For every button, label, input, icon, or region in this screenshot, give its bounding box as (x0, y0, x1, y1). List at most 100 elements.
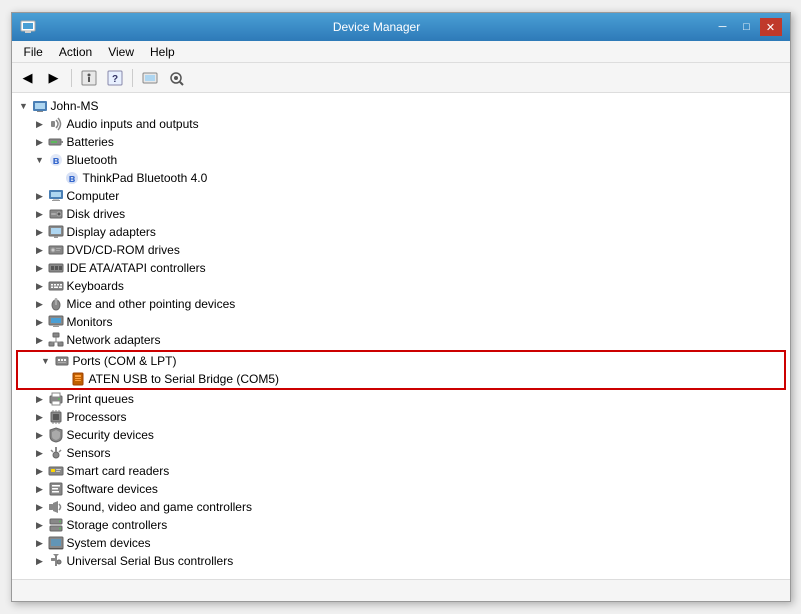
minimize-button[interactable]: ─ (712, 18, 734, 36)
ide-expand-icon: ▶ (32, 260, 48, 276)
security-label: Security devices (67, 428, 154, 442)
tree-item-network[interactable]: ▶ Network adapters (12, 331, 790, 349)
close-button[interactable]: ✕ (760, 18, 782, 36)
menu-view[interactable]: View (100, 43, 142, 61)
ide-icon (48, 260, 64, 276)
tree-item-display[interactable]: ▶ Display adapters (12, 223, 790, 241)
audio-label: Audio inputs and outputs (67, 117, 199, 131)
tree-item-smartcard[interactable]: ▶ Smart card readers (12, 462, 790, 480)
back-button[interactable]: ◀ (16, 67, 40, 89)
tree-item-processors[interactable]: ▶ Processors (12, 408, 790, 426)
forward-button[interactable]: ▶ (42, 67, 66, 89)
storage-expand-icon: ▶ (32, 517, 48, 533)
security-expand-icon: ▶ (32, 427, 48, 443)
status-bar (12, 579, 790, 601)
sensors-icon (48, 445, 64, 461)
batteries-expand-icon: ▶ (32, 134, 48, 150)
tree-item-sensors[interactable]: ▶ Sensors (12, 444, 790, 462)
computer-icon (48, 188, 64, 204)
maximize-button[interactable]: □ (736, 18, 758, 36)
properties-button[interactable] (77, 67, 101, 89)
menu-file[interactable]: File (16, 43, 51, 61)
aten-usb-icon (70, 371, 86, 387)
usb-icon (48, 553, 64, 569)
keyboards-expand-icon: ▶ (32, 278, 48, 294)
dvd-expand-icon: ▶ (32, 242, 48, 258)
tree-item-software[interactable]: ▶ Software devices (12, 480, 790, 498)
bluetooth-expand-icon: ▼ (32, 152, 48, 168)
print-expand-icon: ▶ (32, 391, 48, 407)
storage-icon (48, 517, 64, 533)
ports-label: Ports (COM & LPT) (73, 354, 177, 368)
svg-text:?: ? (111, 74, 117, 85)
ports-expand-icon: ▼ (38, 353, 54, 369)
device-tree[interactable]: ▼ John-MS ▶ (12, 93, 790, 579)
usb-expand-icon: ▶ (32, 553, 48, 569)
svg-text:ʙ: ʙ (68, 173, 75, 185)
mice-icon (48, 296, 64, 312)
smartcard-icon (48, 463, 64, 479)
mice-label: Mice and other pointing devices (67, 297, 236, 311)
highlighted-group: ▼ Ports (COM & LPT) (16, 350, 786, 390)
tree-item-computer[interactable]: ▶ Computer (12, 187, 790, 205)
smartcard-expand-icon: ▶ (32, 463, 48, 479)
tree-item-system[interactable]: ▶ System devices (12, 534, 790, 552)
bluetooth-label: Bluetooth (67, 153, 118, 167)
tree-item-disk[interactable]: ▶ Disk drives (12, 205, 790, 223)
system-expand-icon: ▶ (32, 535, 48, 551)
audio-icon (48, 116, 64, 132)
tree-item-storage[interactable]: ▶ Storage controllers (12, 516, 790, 534)
tree-item-aten-usb[interactable]: ▶ ATEN USB to Serial Bridge (COM5) (18, 370, 784, 388)
sound-icon (48, 499, 64, 515)
computer-label: Computer (67, 189, 120, 203)
processors-expand-icon: ▶ (32, 409, 48, 425)
network-expand-icon: ▶ (32, 332, 48, 348)
window-controls: ─ □ ✕ (712, 18, 782, 36)
help-button[interactable]: ? (103, 67, 127, 89)
storage-label: Storage controllers (67, 518, 168, 532)
tree-item-sound[interactable]: ▶ Sound, video and game controllers (12, 498, 790, 516)
system-label: System devices (67, 536, 151, 550)
audio-expand-icon: ▶ (32, 116, 48, 132)
print-icon (48, 391, 64, 407)
display-icon (48, 224, 64, 240)
security-icon (48, 427, 64, 443)
tree-item-keyboards[interactable]: ▶ Keyboards (12, 277, 790, 295)
root-expand-icon: ▼ (16, 98, 32, 114)
menu-action[interactable]: Action (51, 43, 100, 61)
tree-item-mice[interactable]: ▶ Mice and other pointing devices (12, 295, 790, 313)
thinkpad-bt-label: ThinkPad Bluetooth 4.0 (83, 171, 208, 185)
tree-item-thinkpad-bt[interactable]: ▶ ʙ ThinkPad Bluetooth 4.0 (12, 169, 790, 187)
tree-item-print[interactable]: ▶ Print queues (12, 390, 790, 408)
toolbar: ◀ ▶ ? (12, 63, 790, 93)
keyboards-icon (48, 278, 64, 294)
tree-item-ports[interactable]: ▼ Ports (COM & LPT) (18, 352, 784, 370)
update-driver-button[interactable] (138, 67, 162, 89)
dvd-label: DVD/CD-ROM drives (67, 243, 180, 257)
tree-item-batteries[interactable]: ▶ Batteries (12, 133, 790, 151)
system-icon (48, 535, 64, 551)
tree-item-bluetooth[interactable]: ▼ ʙ Bluetooth (12, 151, 790, 169)
tree-item-ide[interactable]: ▶ IDE ATA/ATAPI controllers (12, 259, 790, 277)
thinkpad-bt-icon: ʙ (64, 170, 80, 186)
aten-usb-label: ATEN USB to Serial Bridge (COM5) (89, 372, 280, 386)
usb-label: Universal Serial Bus controllers (67, 554, 234, 568)
tree-item-audio[interactable]: ▶ Audio inputs and outputs (12, 115, 790, 133)
tree-root[interactable]: ▼ John-MS (12, 97, 790, 115)
monitors-label: Monitors (67, 315, 113, 329)
menu-help[interactable]: Help (142, 43, 183, 61)
dvd-icon (48, 242, 64, 258)
monitors-icon (48, 314, 64, 330)
tree-item-usb[interactable]: ▶ Universal Serial Bus controllers (12, 552, 790, 570)
batteries-icon (48, 134, 64, 150)
monitors-expand-icon: ▶ (32, 314, 48, 330)
display-expand-icon: ▶ (32, 224, 48, 240)
tree-item-monitors[interactable]: ▶ Monitors (12, 313, 790, 331)
tree-item-dvd[interactable]: ▶ DVD/CD-ROM drives (12, 241, 790, 259)
scan-button[interactable] (164, 67, 188, 89)
network-icon (48, 332, 64, 348)
svg-text:ʙ: ʙ (52, 155, 59, 167)
software-expand-icon: ▶ (32, 481, 48, 497)
app-icon (20, 19, 36, 35)
tree-item-security[interactable]: ▶ Security devices (12, 426, 790, 444)
